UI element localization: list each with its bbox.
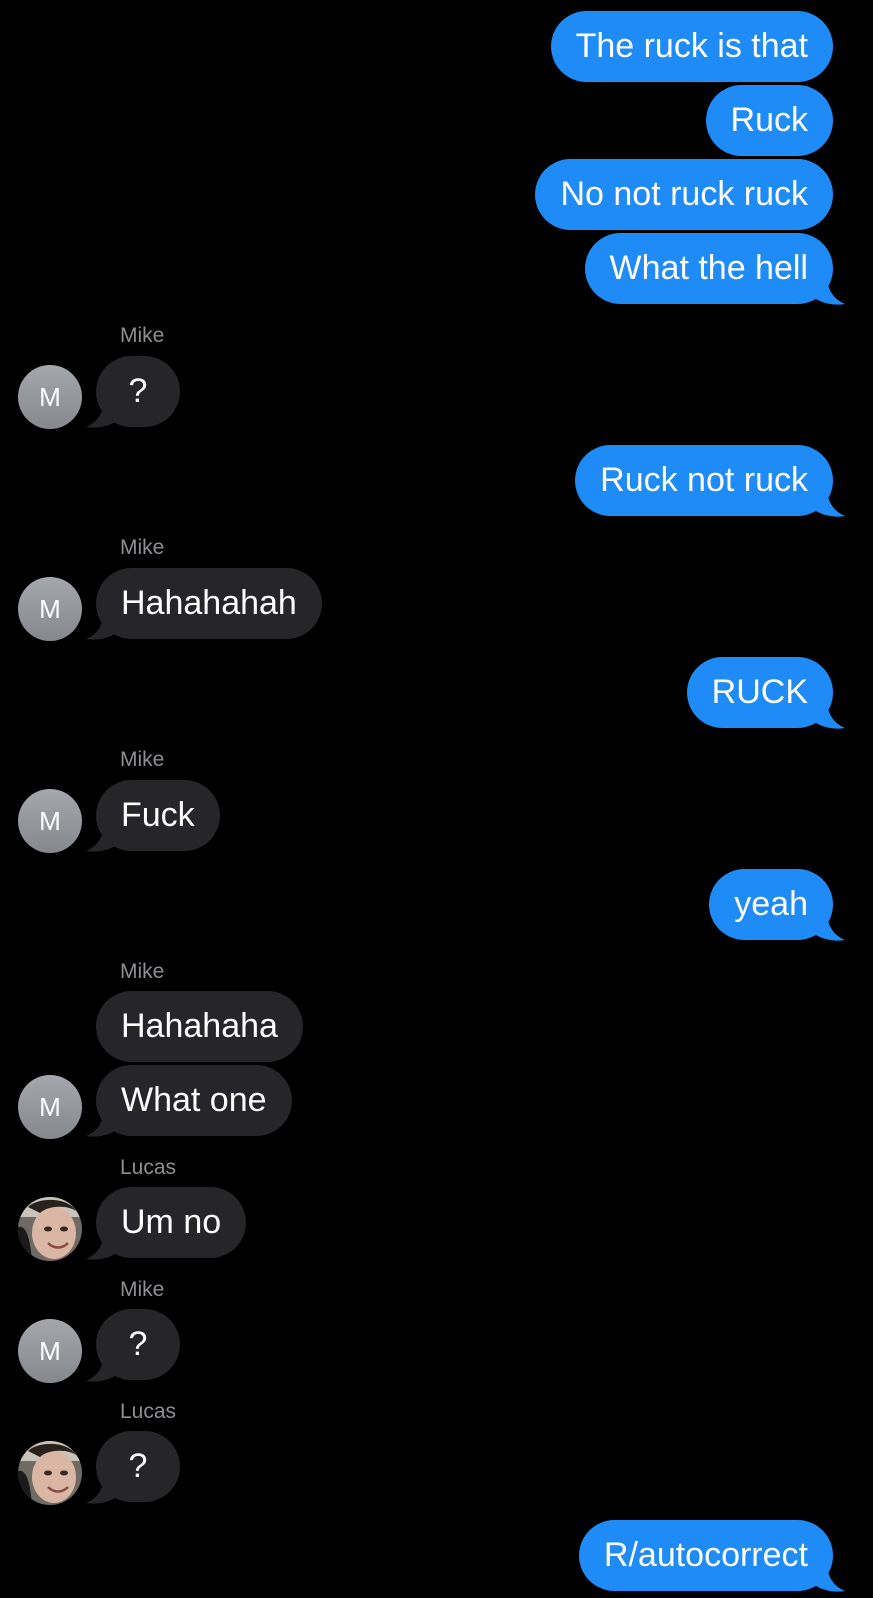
incoming-message-bubble[interactable]: Um no (96, 1187, 247, 1258)
incoming-message-bubble[interactable]: ? (96, 1309, 180, 1380)
incoming-message-bubble[interactable]: ? (96, 356, 180, 427)
message-text: ? (128, 1325, 148, 1363)
message-text: ? (128, 372, 148, 410)
bubble-tail (811, 275, 845, 305)
avatar-initial: M (39, 382, 61, 412)
message-text: The ruck is that (575, 27, 808, 65)
sender-name: Mike (120, 324, 165, 347)
message-text: Ruck not ruck (600, 461, 808, 499)
message-text: ? (128, 1447, 148, 1485)
incoming-message-bubble[interactable]: Hahahahah (96, 568, 322, 639)
avatar-initial: M (39, 594, 61, 624)
incoming-message-bubble[interactable]: Hahahaha (96, 991, 303, 1062)
avatar-initial: M (39, 1092, 61, 1122)
message-text: Um no (121, 1203, 222, 1241)
contact-avatar[interactable]: M (18, 789, 82, 853)
sender-name: Mike (120, 748, 165, 771)
incoming-message-bubble[interactable]: Fuck (96, 780, 220, 851)
outgoing-message-bubble[interactable]: What the hell (584, 233, 833, 304)
sender-name: Mike (120, 536, 165, 559)
contact-avatar[interactable]: M (18, 1075, 82, 1139)
sender-name: Lucas (120, 1156, 177, 1179)
incoming-message-bubble[interactable]: ? (96, 1431, 180, 1502)
bubble-tail (811, 699, 845, 729)
contact-avatar[interactable]: M (18, 365, 82, 429)
message-text: yeah (734, 885, 808, 923)
outgoing-message-bubble[interactable]: No not ruck ruck (535, 159, 833, 230)
conversation-view: The ruck is that Ruck No not ruck ruck W… (0, 0, 873, 1598)
avatar-initial: M (39, 1336, 61, 1366)
message-text: Hahahahah (121, 584, 297, 622)
outgoing-message-bubble[interactable]: Ruck not ruck (575, 445, 833, 516)
outgoing-message-bubble[interactable]: R/autocorrect (578, 1520, 833, 1591)
message-text: Hahahaha (121, 1007, 278, 1045)
contact-avatar[interactable]: M (18, 1319, 82, 1383)
incoming-message-bubble[interactable]: What one (96, 1065, 292, 1136)
bubble-tail (811, 911, 845, 941)
sender-name: Lucas (120, 1400, 177, 1423)
sender-name: Mike (120, 1278, 165, 1301)
bubble-tail (811, 487, 845, 517)
person-photo-icon[interactable] (18, 1441, 82, 1505)
bubble-tail (811, 1562, 845, 1592)
message-text: R/autocorrect (603, 1536, 808, 1574)
message-text: Ruck (730, 101, 808, 139)
outgoing-message-bubble[interactable]: The ruck is that (550, 11, 833, 82)
sender-name: Mike (120, 960, 165, 983)
contact-avatar[interactable]: M (18, 577, 82, 641)
avatar-initial: M (39, 806, 61, 836)
message-text: RUCK (711, 673, 808, 711)
message-text: Fuck (121, 796, 195, 834)
message-text: What the hell (609, 249, 808, 287)
outgoing-message-bubble[interactable]: Ruck (705, 85, 833, 156)
person-photo-icon[interactable] (18, 1197, 82, 1261)
message-text: What one (121, 1081, 267, 1119)
message-text: No not ruck ruck (560, 175, 808, 213)
